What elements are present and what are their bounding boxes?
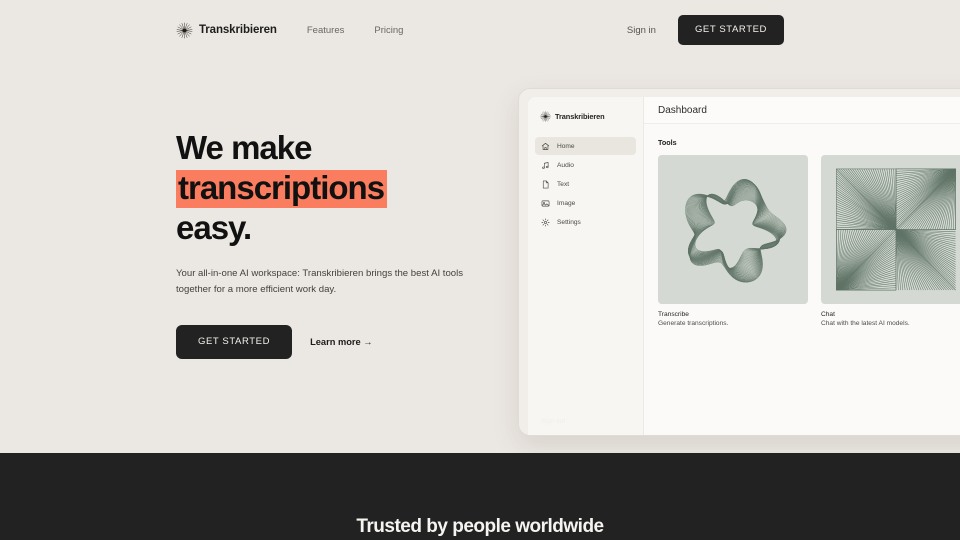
hero-subtext: Your all-in-one AI workspace: Transkribi… xyxy=(176,268,464,295)
tool-card-title: Transcribe xyxy=(658,311,689,318)
sidebar-item-text[interactable]: Text xyxy=(535,175,636,193)
dashboard-preview-frame: Transkribieren Home Audio Text Image Set… xyxy=(518,88,960,436)
headline-highlight: transcriptions xyxy=(176,170,388,208)
sidebar-item-home[interactable]: Home xyxy=(535,137,636,155)
tools-section-title: Tools xyxy=(658,138,677,147)
trust-band-title: Trusted by people worldwide xyxy=(356,516,604,537)
dashboard-content: Tools Transcribe Generate transcriptions… xyxy=(644,124,960,435)
learn-more-link[interactable]: Learn more → xyxy=(310,337,373,347)
tool-card-desc: Generate transcriptions. xyxy=(658,320,729,327)
tools-card-grid: Transcribe Generate transcriptions. Chat… xyxy=(658,155,960,327)
tool-card-title: Chat xyxy=(821,311,835,318)
tool-card-desc: Chat with the latest AI models. xyxy=(821,320,910,327)
brand-logo[interactable]: Transkribieren xyxy=(176,22,277,39)
sidebar-item-audio[interactable]: Audio xyxy=(535,156,636,174)
trust-band: Trusted by people worldwide xyxy=(0,453,960,540)
starburst-icon xyxy=(540,111,551,122)
tool-card-transcribe[interactable]: Transcribe Generate transcriptions. xyxy=(658,155,808,327)
header-get-started-button[interactable]: GET STARTED xyxy=(677,15,784,45)
sign-in-link[interactable]: Sign in xyxy=(627,25,656,36)
nav-link-pricing[interactable]: Pricing xyxy=(374,25,403,36)
hero-section: We make transcriptions easy. Your all-in… xyxy=(176,128,496,359)
music-note-icon xyxy=(542,161,549,169)
wavy-blob-art xyxy=(658,155,808,304)
sign-out-button[interactable]: Sign out xyxy=(528,418,643,435)
dashboard-main: Dashboard Tools Transcribe Generate tran… xyxy=(644,97,960,435)
tool-card-chat[interactable]: Chat Chat with the latest AI models. xyxy=(821,155,960,327)
nav-link-features[interactable]: Features xyxy=(307,25,345,36)
sidebar-item-label: Settings xyxy=(557,218,581,226)
header-actions: Sign in GET STARTED xyxy=(627,15,784,45)
dashboard-nav: Home Audio Text Image Settings xyxy=(528,137,643,231)
main-nav: Features Pricing xyxy=(307,25,404,36)
image-icon xyxy=(541,200,550,206)
sidebar-item-settings[interactable]: Settings xyxy=(535,213,636,231)
dashboard-brand-name: Transkribieren xyxy=(555,112,605,121)
sidebar-item-label: Audio xyxy=(557,161,574,169)
brand-name: Transkribieren xyxy=(199,24,277,36)
gear-icon xyxy=(541,218,550,226)
page-title: We make transcriptions easy. xyxy=(176,128,496,248)
dashboard-app: Transkribieren Home Audio Text Image Set… xyxy=(528,97,960,435)
starburst-icon xyxy=(176,22,193,38)
radiating-lines-art xyxy=(821,155,960,304)
hero-actions: GET STARTED Learn more → xyxy=(176,325,496,359)
home-icon xyxy=(541,142,550,150)
dashboard-brand-logo[interactable]: Transkribieren xyxy=(528,111,643,122)
sidebar-item-label: Image xyxy=(557,199,576,207)
sidebar-item-label: Home xyxy=(557,142,575,150)
document-icon xyxy=(542,180,549,188)
dashboard-topbar: Dashboard xyxy=(644,97,960,124)
dashboard-page-title: Dashboard xyxy=(658,104,707,116)
headline-line-3: easy. xyxy=(176,209,252,246)
site-header: Transkribieren Features Pricing Sign in … xyxy=(0,0,960,60)
sidebar-item-image[interactable]: Image xyxy=(535,194,636,212)
sidebar-item-label: Text xyxy=(557,180,570,188)
hero-get-started-button[interactable]: GET STARTED xyxy=(176,325,293,359)
dashboard-sidebar: Transkribieren Home Audio Text Image Set… xyxy=(528,97,644,435)
headline-line-1: We make xyxy=(176,129,312,166)
